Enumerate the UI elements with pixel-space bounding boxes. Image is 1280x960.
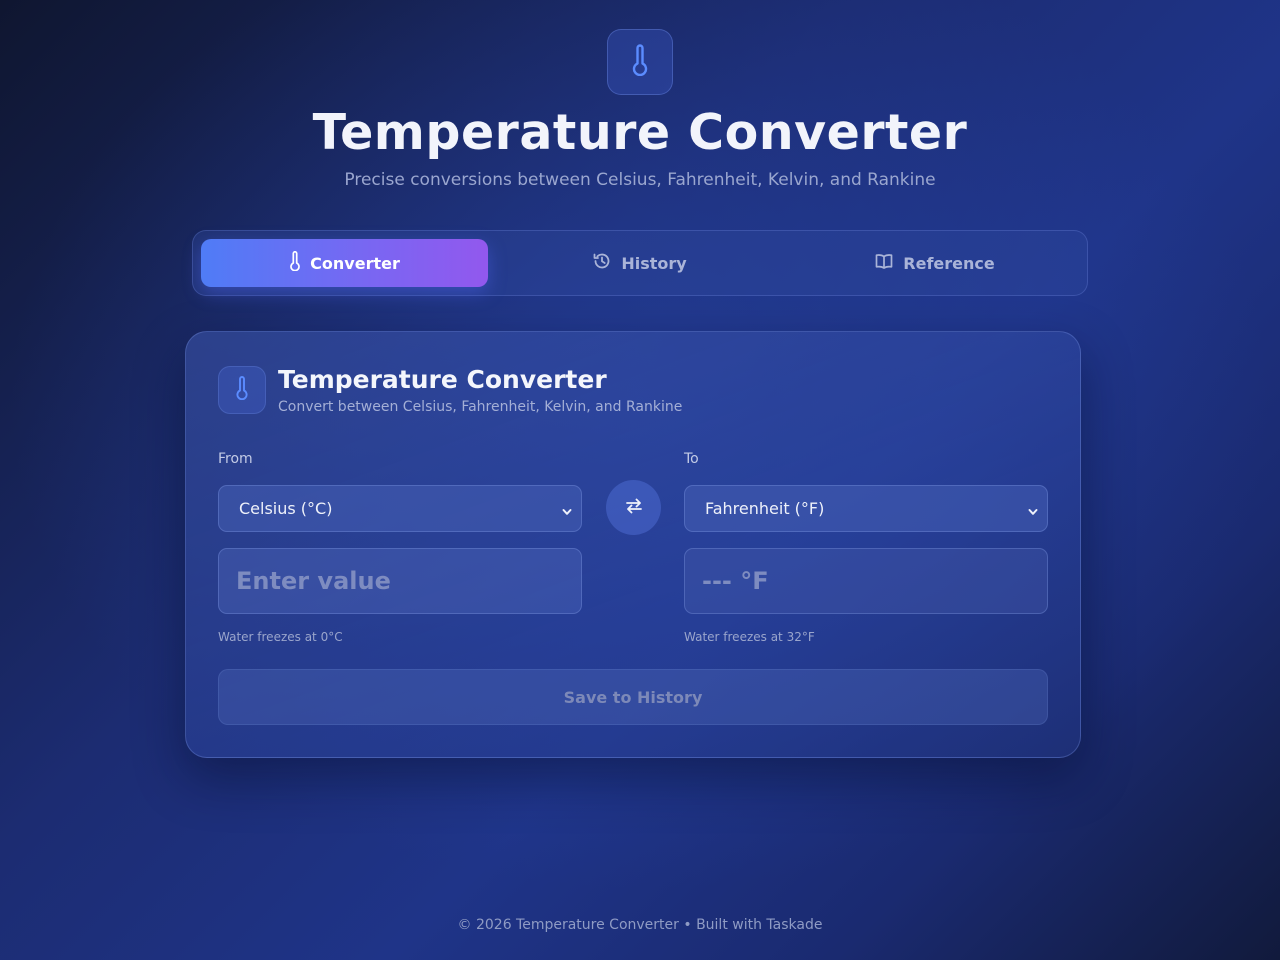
tab-bar: Converter History Reference (192, 230, 1088, 296)
tab-reference[interactable]: Reference (791, 239, 1078, 287)
chevron-down-icon (561, 503, 573, 522)
to-unit-value: Fahrenheit (°F) (705, 499, 825, 518)
to-unit-select[interactable]: Fahrenheit (°F) (684, 485, 1048, 532)
card-icon-badge (218, 366, 266, 414)
from-label: From (218, 451, 253, 467)
thermometer-icon (289, 251, 301, 275)
converter-card: Temperature Converter Convert between Ce… (185, 331, 1081, 758)
thermometer-icon (631, 44, 649, 80)
footer-text: © 2026 Temperature Converter • Built wit… (457, 917, 823, 933)
swap-units-button[interactable] (606, 480, 661, 535)
history-icon (592, 251, 612, 275)
to-hint: Water freezes at 32°F (684, 630, 815, 644)
tab-label: History (621, 253, 687, 273)
card-title: Temperature Converter (278, 365, 607, 394)
book-icon (874, 251, 894, 275)
app-root: Temperature Converter Precise conversion… (0, 0, 1280, 960)
from-unit-value: Celsius (°C) (239, 499, 333, 518)
page-subtitle: Precise conversions between Celsius, Fah… (344, 170, 936, 190)
card-subtitle: Convert between Celsius, Fahrenheit, Kel… (278, 399, 683, 415)
logo-badge (607, 29, 673, 95)
tab-label: Reference (903, 253, 995, 273)
value-input[interactable] (218, 548, 582, 614)
from-hint: Water freezes at 0°C (218, 630, 343, 644)
tab-history[interactable]: History (496, 239, 783, 287)
tab-label: Converter (310, 253, 400, 273)
swap-arrows-icon (624, 496, 644, 520)
from-unit-select[interactable]: Celsius (°C) (218, 485, 582, 532)
thermometer-icon (235, 376, 249, 404)
result-display: --- °F (684, 548, 1048, 614)
page-title: Temperature Converter (312, 104, 968, 161)
chevron-down-icon (1027, 503, 1039, 522)
save-to-history-button[interactable]: Save to History (218, 669, 1048, 725)
to-label: To (684, 451, 699, 467)
result-placeholder: --- °F (702, 567, 769, 595)
tab-converter[interactable]: Converter (201, 239, 488, 287)
